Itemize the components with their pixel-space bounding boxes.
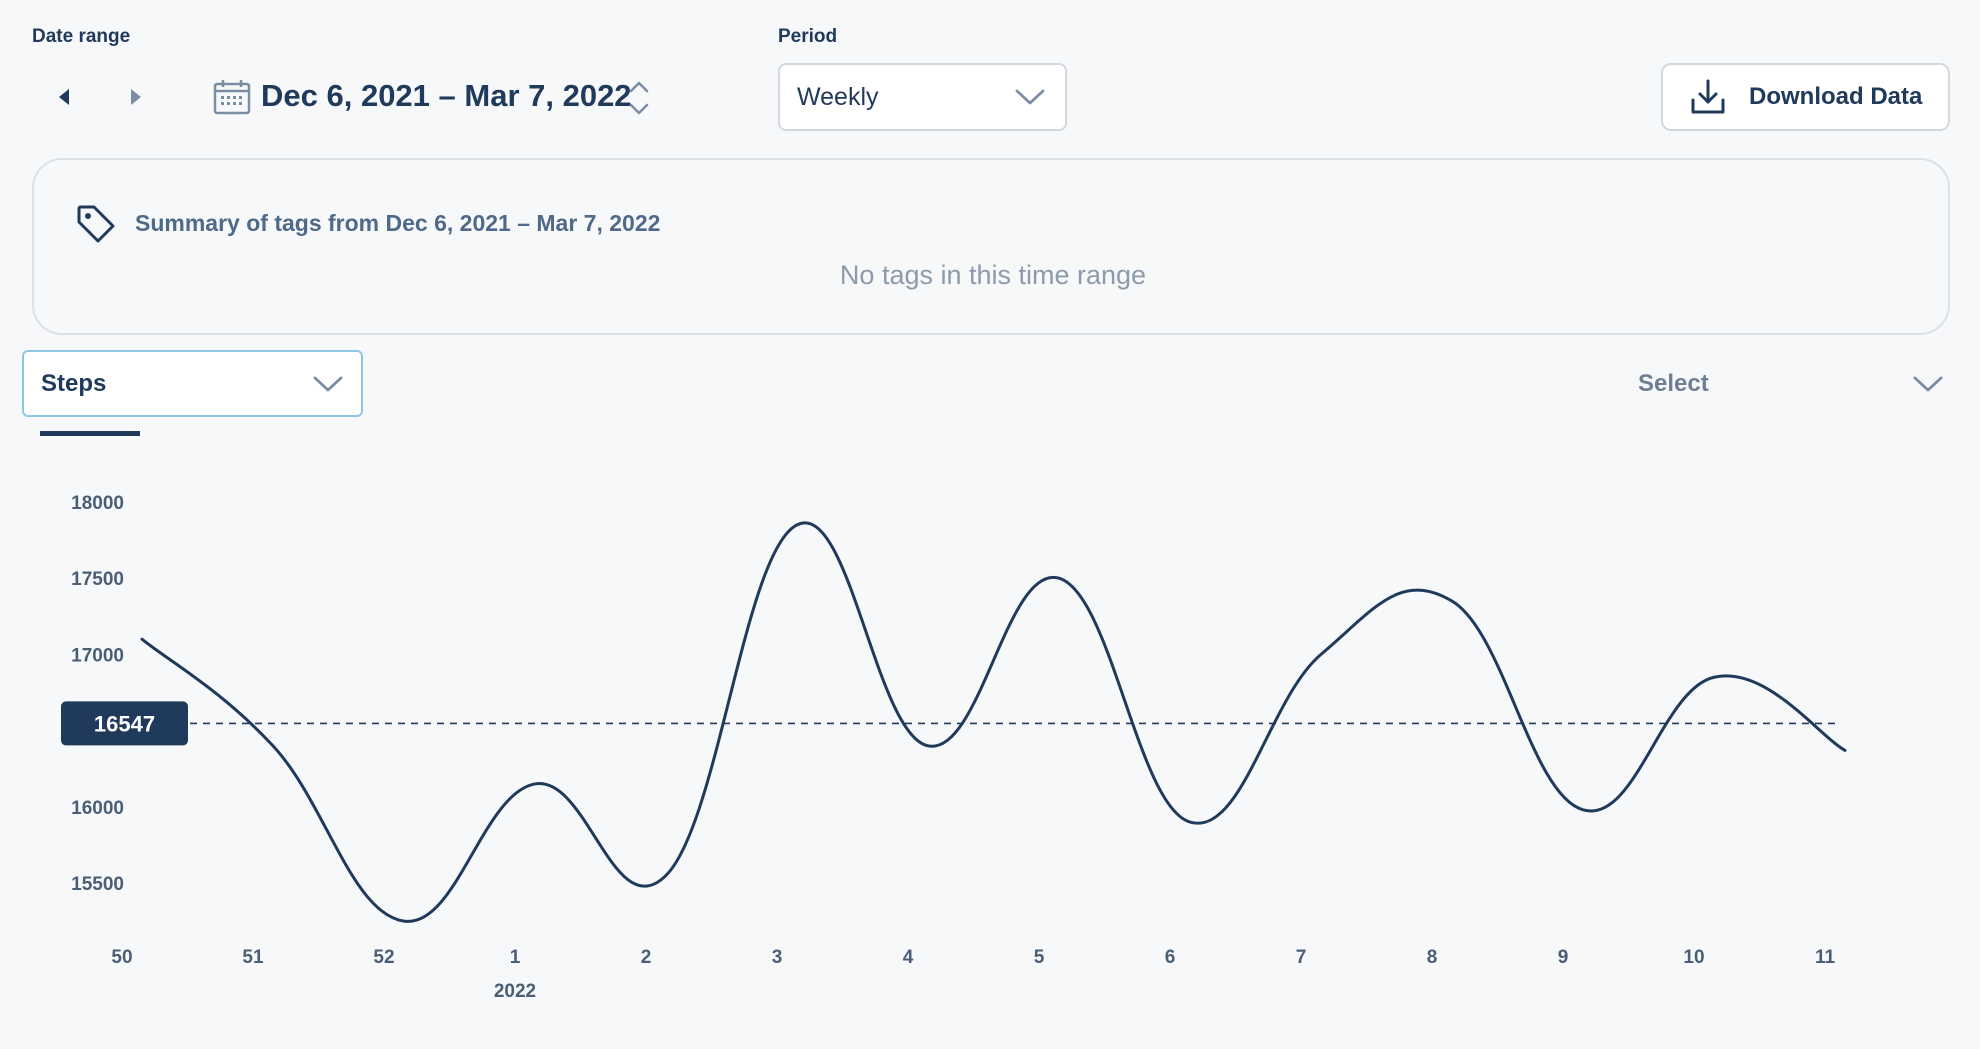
download-icon [1691, 79, 1725, 114]
download-data-label: Download Data [1749, 83, 1923, 110]
date-range-value[interactable]: Dec 6, 2021 – Mar 7, 2022 [261, 78, 632, 114]
up-down-chevron-icon [629, 81, 649, 115]
chevron-down-icon [1015, 89, 1045, 105]
compare-select[interactable]: Select [1638, 366, 1943, 402]
x-year-label: 2022 [494, 981, 536, 1002]
y-tick-label: 18000 [71, 493, 124, 514]
x-tick-label: 3 [772, 947, 783, 968]
y-tick-label: 17000 [71, 645, 124, 666]
x-tick-label: 7 [1296, 947, 1307, 968]
x-tick-label: 11 [1815, 947, 1836, 968]
tag-icon [74, 202, 118, 246]
x-tick-label: 9 [1558, 947, 1569, 968]
steps-line-chart: 15500 16000 17000 17500 18000 50 51 52 1 2 3 4 5 6 7 8 9… [61, 493, 1847, 1002]
y-tick-label: 16000 [71, 798, 124, 819]
tags-empty-message: No tags in this time range [839, 260, 1147, 290]
x-tick-label: 8 [1427, 947, 1438, 968]
y-tick-label: 17500 [71, 569, 124, 590]
compare-placeholder: Select [1638, 370, 1709, 397]
download-data-button[interactable]: Download Data [1661, 63, 1950, 131]
x-tick-label: 6 [1165, 947, 1176, 968]
period-selected-value: Weekly [797, 82, 879, 111]
tags-summary-title: Summary of tags from Dec 6, 2021 – Mar 7… [135, 210, 661, 236]
period-label: Period [778, 26, 838, 47]
x-tick-label: 2 [641, 947, 652, 968]
average-badge-label: 16547 [94, 711, 155, 736]
chevron-down-icon [313, 376, 343, 391]
x-tick-label: 4 [903, 947, 914, 968]
period-select[interactable]: Weekly [778, 63, 1067, 131]
caret-right-icon [131, 89, 141, 105]
tags-summary-card: Summary of tags from Dec 6, 2021 – Mar 7… [32, 158, 1950, 335]
x-tick-label: 10 [1683, 947, 1704, 968]
x-tick-label: 1 [510, 947, 521, 968]
x-tick-label: 50 [111, 947, 132, 968]
date-range-stepper[interactable] [626, 78, 652, 118]
previous-range-button[interactable] [44, 77, 84, 117]
x-tick-label: 52 [373, 947, 394, 968]
caret-left-icon [59, 89, 69, 105]
steps-series-line [140, 521, 1847, 923]
metric-series-indicator [40, 431, 140, 436]
next-range-button[interactable] [116, 77, 156, 117]
calendar-icon[interactable] [212, 77, 252, 117]
x-tick-label: 5 [1034, 947, 1045, 968]
date-range-label: Date range [32, 26, 131, 47]
metric-select[interactable]: Steps [22, 350, 363, 417]
metric-selected-value: Steps [41, 369, 107, 397]
y-tick-label: 15500 [71, 874, 124, 895]
chevron-down-icon [1913, 376, 1943, 392]
x-tick-label: 51 [242, 947, 264, 968]
